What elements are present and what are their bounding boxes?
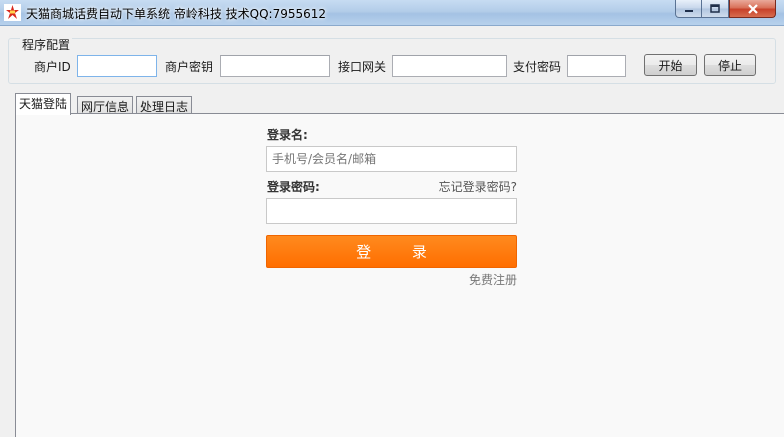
start-button[interactable]: 开始 — [644, 54, 697, 76]
tab-process-log[interactable]: 处理日志 — [136, 96, 193, 114]
close-button[interactable] — [729, 0, 776, 18]
login-submit-button[interactable]: 登 录 — [266, 235, 517, 268]
window-titlebar[interactable]: 天猫商城话费自动下单系统 帝岭科技 技术QQ:7955612 — [0, 0, 784, 26]
stop-button[interactable]: 停止 — [704, 54, 756, 76]
config-group-title: 程序配置 — [20, 36, 73, 53]
pay-password-input[interactable] — [567, 55, 626, 77]
maximize-icon — [710, 4, 720, 13]
minimize-icon — [684, 9, 693, 12]
forgot-password-link[interactable]: 忘记登录密码? — [439, 178, 517, 195]
tab-hall-info[interactable]: 网厅信息 — [77, 96, 134, 114]
tab-tmall-login[interactable]: 天猫登陆 — [15, 93, 72, 115]
username-label: 登录名: — [267, 128, 308, 142]
minimize-button[interactable] — [675, 0, 702, 18]
merchant-id-label: 商户ID — [34, 60, 71, 74]
merchant-key-input[interactable] — [220, 55, 330, 77]
gateway-label: 接口网关 — [338, 60, 387, 74]
register-link[interactable]: 免费注册 — [469, 271, 517, 288]
username-input[interactable] — [266, 146, 517, 172]
maximize-button[interactable] — [702, 0, 729, 18]
gateway-input[interactable] — [392, 55, 507, 77]
app-logo-icon — [4, 4, 21, 21]
merchant-id-input[interactable] — [77, 55, 157, 77]
merchant-key-label: 商户密钥 — [165, 60, 214, 74]
close-icon — [747, 3, 758, 14]
window-title: 天猫商城话费自动下单系统 帝岭科技 技术QQ:7955612 — [26, 7, 327, 21]
password-label: 登录密码: — [267, 180, 320, 194]
pay-password-label: 支付密码 — [513, 60, 562, 74]
password-input[interactable] — [266, 198, 517, 224]
